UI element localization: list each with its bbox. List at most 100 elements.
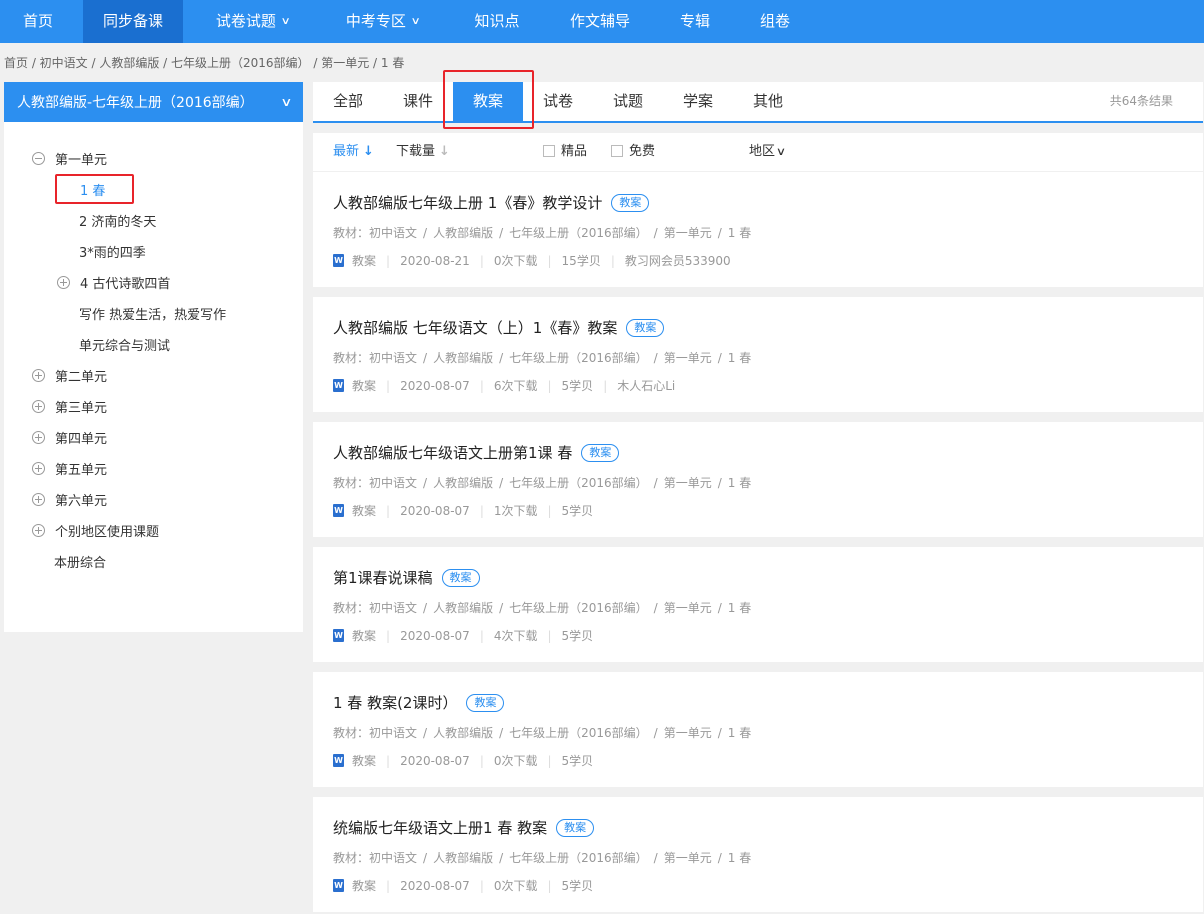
- path-segment[interactable]: 第一单元: [664, 476, 712, 490]
- tree-lesson-3[interactable]: 3*雨的四季: [79, 242, 146, 261]
- tab-lesson-plan[interactable]: 教案: [453, 82, 523, 121]
- path-segment[interactable]: 七年级上册（2016部编）: [509, 476, 648, 490]
- tree-lesson-4[interactable]: 4 古代诗歌四首: [57, 273, 170, 292]
- filter-free[interactable]: 免费: [611, 133, 655, 171]
- tab-other[interactable]: 其他: [738, 82, 798, 121]
- sort-downloads[interactable]: 下载量 ↓: [396, 133, 450, 171]
- list-item[interactable]: 人教部编版七年级语文上册第1课 春教案 教材：初中语文 / 人教部编版 / 七年级上册（2…: [313, 422, 1203, 537]
- breadcrumb[interactable]: 首页 / 初中语文 / 人教部编版 / 七年级上册（2016部编） / 第一单元…: [4, 54, 406, 71]
- sort-latest[interactable]: 最新 ↓: [333, 133, 374, 171]
- expand-icon[interactable]: [32, 369, 45, 382]
- nav-sync-prep[interactable]: 同步备课: [83, 0, 183, 43]
- tab-study-plan[interactable]: 学案: [668, 82, 728, 121]
- sidebar-textbook-selector[interactable]: 人教部编版-七年级上册（2016部编） ∨: [4, 82, 303, 122]
- nav-knowledge[interactable]: 知识点: [462, 0, 532, 43]
- nav-albums[interactable]: 专辑: [670, 0, 720, 43]
- nav-zhongkao[interactable]: 中考专区 ∨: [330, 0, 435, 43]
- path-segment[interactable]: 人教部编版: [433, 601, 493, 615]
- result-title[interactable]: 第1课春说课稿 教案: [333, 567, 480, 588]
- path-segment[interactable]: 七年级上册（2016部编）: [509, 726, 648, 740]
- path-segment[interactable]: 教材：初中语文: [333, 601, 417, 615]
- path-segment[interactable]: 教材：初中语文: [333, 476, 417, 490]
- tab-questions[interactable]: 试题: [598, 82, 658, 121]
- path-segment[interactable]: 第一单元: [664, 726, 712, 740]
- premium-checkbox[interactable]: [543, 144, 555, 157]
- collapse-icon[interactable]: [32, 152, 45, 165]
- path-segment[interactable]: 1 春: [728, 601, 751, 615]
- result-title[interactable]: 1 春 教案(2课时） 教案: [333, 692, 505, 713]
- path-segment[interactable]: 人教部编版: [433, 851, 493, 865]
- tree-lesson-2[interactable]: 2 济南的冬天: [79, 211, 156, 230]
- filter-premium[interactable]: 精品: [543, 133, 587, 171]
- result-title-text[interactable]: 人教部编版七年级语文上册第1课 春: [333, 442, 572, 463]
- tree-label: 写作 热爱生活，热爱写作: [79, 308, 227, 323]
- path-segment[interactable]: 1 春: [728, 851, 751, 865]
- result-title[interactable]: 人教部编版七年级上册 1《春》教学设计 教案: [333, 192, 650, 213]
- tree-unit-test[interactable]: 单元综合与测试: [79, 335, 170, 354]
- path-segment[interactable]: 第一单元: [664, 601, 712, 615]
- path-segment[interactable]: 第一单元: [664, 226, 712, 240]
- nav-home[interactable]: 首页: [0, 0, 76, 43]
- expand-icon[interactable]: [32, 462, 45, 475]
- path-segment[interactable]: 教材：初中语文: [333, 851, 417, 865]
- tree-writing[interactable]: 写作 热爱生活，热爱写作: [79, 304, 226, 323]
- tree-unit-1[interactable]: 第一单元: [32, 149, 107, 168]
- list-item[interactable]: 第1课春说课稿 教案 教材：初中语文 / 人教部编版 / 七年级上册（2016部编） / 第一单…: [313, 547, 1203, 662]
- path-segment[interactable]: 人教部编版: [433, 726, 493, 740]
- breadcrumb-text[interactable]: 首页 / 初中语文 / 人教部编版 / 七年级上册（2016部编） / 第一单元…: [4, 56, 404, 70]
- expand-icon[interactable]: [32, 524, 45, 537]
- list-item[interactable]: 1 春 教案(2课时） 教案 教材：初中语文 / 人教部编版 / 七年级上册（2016部编）…: [313, 672, 1203, 787]
- expand-icon[interactable]: [57, 276, 70, 289]
- tree-lesson-1[interactable]: 1 春: [80, 180, 105, 199]
- filter-region[interactable]: 地区∨: [749, 133, 786, 171]
- path-segment[interactable]: 人教部编版: [433, 351, 493, 365]
- tab-courseware[interactable]: 课件: [388, 82, 448, 121]
- path-segment[interactable]: 教材：初中语文: [333, 226, 417, 240]
- result-title-text[interactable]: 第1课春说课稿: [333, 567, 433, 588]
- tab-papers[interactable]: 试卷: [528, 82, 588, 121]
- expand-icon[interactable]: [32, 431, 45, 444]
- path-segment[interactable]: 1 春: [728, 351, 751, 365]
- path-segment[interactable]: 1 春: [728, 226, 751, 240]
- path-segment[interactable]: 七年级上册（2016部编）: [509, 226, 648, 240]
- result-title[interactable]: 统编版七年级语文上册1 春 教案 教案: [333, 817, 595, 838]
- path-segment[interactable]: 人教部编版: [433, 226, 493, 240]
- meta-author[interactable]: 木人石心Li: [617, 377, 675, 394]
- result-title-text[interactable]: 统编版七年级语文上册1 春 教案: [333, 817, 547, 838]
- path-segment[interactable]: 教材：初中语文: [333, 726, 417, 740]
- result-title-text[interactable]: 1 春 教案(2课时）: [333, 692, 457, 713]
- path-segment[interactable]: 第一单元: [664, 851, 712, 865]
- expand-icon[interactable]: [32, 493, 45, 506]
- tree-unit-2[interactable]: 第二单元: [32, 366, 107, 385]
- path-segment[interactable]: 七年级上册（2016部编）: [509, 851, 648, 865]
- expand-icon[interactable]: [32, 400, 45, 413]
- path-segment[interactable]: 第一单元: [664, 351, 712, 365]
- path-segment[interactable]: 七年级上册（2016部编）: [509, 601, 648, 615]
- tree-unit-3[interactable]: 第三单元: [32, 397, 107, 416]
- tree-book-review[interactable]: 本册综合: [54, 552, 106, 571]
- tab-all[interactable]: 全部: [318, 82, 378, 121]
- nav-build-paper[interactable]: 组卷: [750, 0, 800, 43]
- result-title-text[interactable]: 人教部编版七年级上册 1《春》教学设计: [333, 192, 602, 213]
- tree-unit-5[interactable]: 第五单元: [32, 459, 107, 478]
- list-item[interactable]: 人教部编版 七年级语文（上）1《春》教案 教案 教材：初中语文 / 人教部编版 / 七年级上…: [313, 297, 1203, 412]
- path-segment[interactable]: 七年级上册（2016部编）: [509, 351, 648, 365]
- list-item[interactable]: 统编版七年级语文上册1 春 教案 教案 教材：初中语文 / 人教部编版 / 七年级上册（20…: [313, 797, 1203, 912]
- tree-unit-4[interactable]: 第四单元: [32, 428, 107, 447]
- tab-other-label: 其他: [752, 92, 783, 110]
- list-item[interactable]: 人教部编版七年级上册 1《春》教学设计 教案 教材：初中语文 / 人教部编版 / 七年级上册…: [313, 172, 1203, 287]
- path-segment[interactable]: 1 春: [728, 726, 751, 740]
- meta-author[interactable]: 教习网会员533900: [625, 252, 731, 269]
- nav-composition[interactable]: 作文辅导: [560, 0, 640, 43]
- result-title[interactable]: 人教部编版七年级语文上册第1课 春教案: [333, 442, 620, 463]
- nav-exams[interactable]: 试卷试题 ∨: [200, 0, 305, 43]
- tree-unit-6[interactable]: 第六单元: [32, 490, 107, 509]
- result-title[interactable]: 人教部编版 七年级语文（上）1《春》教案 教案: [333, 317, 665, 338]
- chevron-down-icon: ∨: [410, 16, 421, 27]
- result-title-text[interactable]: 人教部编版 七年级语文（上）1《春》教案: [333, 317, 617, 338]
- path-segment[interactable]: 教材：初中语文: [333, 351, 417, 365]
- tree-regional[interactable]: 个别地区使用课题: [32, 521, 159, 540]
- free-checkbox[interactable]: [611, 144, 623, 157]
- path-segment[interactable]: 1 春: [728, 476, 751, 490]
- path-segment[interactable]: 人教部编版: [433, 476, 493, 490]
